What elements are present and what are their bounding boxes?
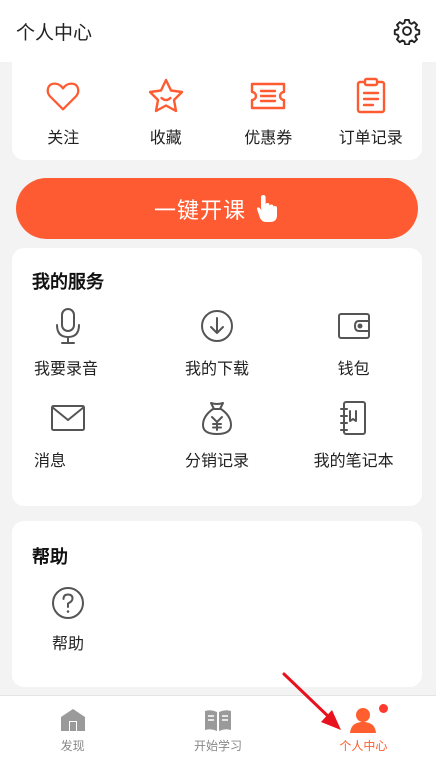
book-icon	[204, 706, 232, 734]
top-bar: 个人中心	[0, 0, 436, 62]
my-services-card: 我的服务 我要录音 我的下载 钱包 消息 分销记录 我的笔记本	[12, 248, 422, 506]
tab-profile[interactable]: 个人中心	[291, 696, 436, 758]
help-item[interactable]: 帮助	[50, 585, 86, 654]
clipboard-icon	[351, 76, 391, 116]
page-title: 个人中心	[16, 21, 93, 44]
download-icon	[197, 306, 237, 346]
help-title: 帮助	[32, 547, 68, 568]
notification-dot	[378, 704, 388, 713]
wallet-icon	[334, 306, 374, 346]
service-downloads[interactable]: 我的下载	[149, 306, 286, 384]
service-label: 我的下载	[184, 359, 249, 378]
service-record-audio[interactable]: 我要录音	[12, 306, 149, 384]
start-course-button[interactable]: 一键开课	[16, 178, 418, 239]
service-label: 钱包	[337, 359, 370, 378]
service-notebook[interactable]: 我的笔记本	[285, 398, 422, 476]
tab-label: 开始学习	[193, 739, 242, 753]
quick-action-label: 收藏	[149, 128, 182, 147]
service-messages[interactable]: 消息	[12, 398, 149, 476]
coupon-icon	[248, 76, 288, 116]
tab-label: 个人中心	[339, 739, 388, 753]
help-card: 帮助 帮助	[12, 521, 422, 687]
microphone-icon	[48, 306, 88, 346]
quick-action-coupons[interactable]: 优惠券	[217, 62, 320, 160]
service-wallet[interactable]: 钱包	[285, 306, 422, 384]
question-icon	[50, 585, 86, 621]
tab-label: 发现	[60, 739, 85, 753]
service-label: 我要录音	[34, 359, 99, 378]
star-icon	[146, 76, 186, 116]
service-label: 我的笔记本	[313, 451, 394, 470]
tab-discover[interactable]: 发现	[0, 696, 145, 758]
gear-icon[interactable]	[392, 16, 422, 46]
bottom-tab-bar: 发现 开始学习 个人中心	[0, 695, 436, 758]
quick-action-follow[interactable]: 关注	[12, 62, 115, 160]
service-distribution-records[interactable]: 分销记录	[149, 398, 286, 476]
quick-action-label: 优惠券	[244, 128, 293, 147]
tab-start-learning[interactable]: 开始学习	[145, 696, 290, 758]
quick-action-favorites[interactable]: 收藏	[115, 62, 218, 160]
quick-action-label: 订单记录	[338, 128, 403, 147]
services-title: 我的服务	[32, 272, 104, 293]
service-label: 消息	[34, 451, 67, 470]
person-icon	[349, 706, 377, 734]
home-icon	[59, 706, 87, 734]
money-bag-icon	[197, 398, 237, 438]
quick-action-orders[interactable]: 订单记录	[320, 62, 423, 160]
quick-action-label: 关注	[47, 128, 80, 147]
service-label: 分销记录	[184, 451, 249, 470]
quick-actions-card: 关注 收藏 优惠券 订单记录	[12, 62, 422, 160]
tap-hand-icon	[254, 194, 280, 224]
mail-icon	[48, 398, 88, 438]
help-label: 帮助	[51, 634, 84, 653]
start-course-label: 一键开课	[153, 198, 246, 224]
heart-icon	[43, 76, 83, 116]
notebook-icon	[334, 398, 374, 438]
